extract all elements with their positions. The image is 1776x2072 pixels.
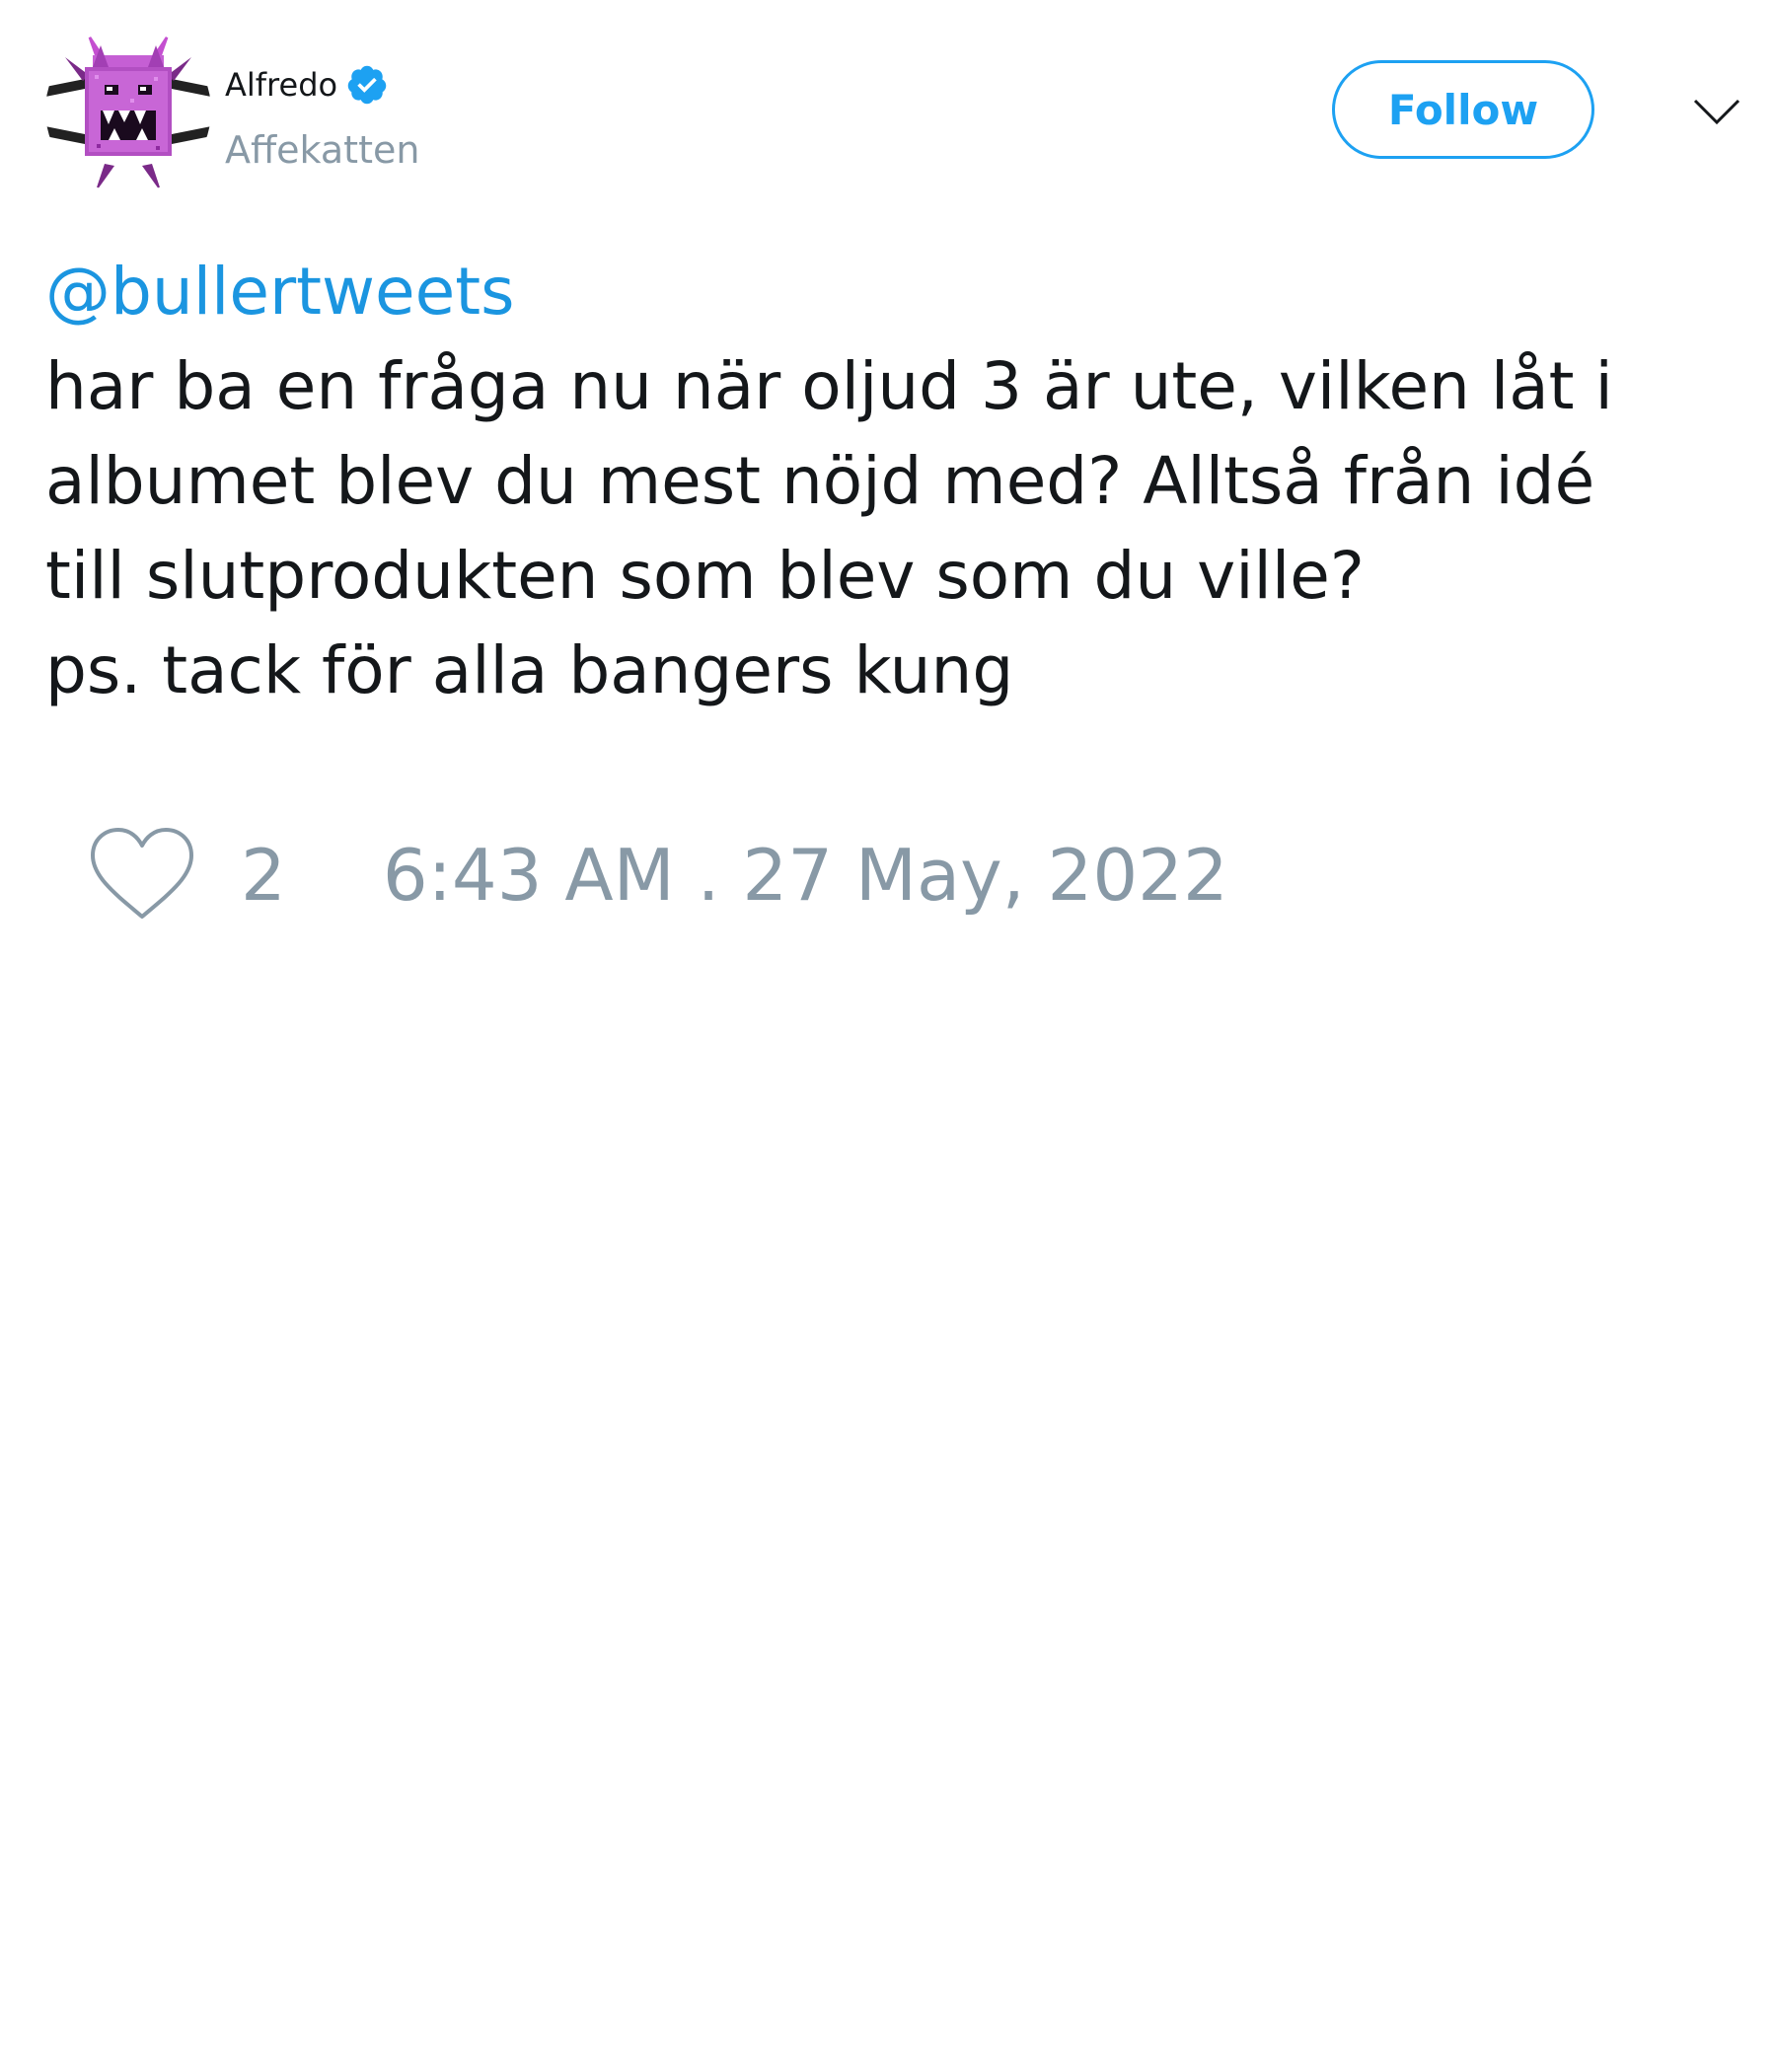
- verified-badge-icon: [347, 65, 387, 105]
- tweet-card: Alfredo Affekatten Follow @bullertweets …: [0, 0, 1776, 2072]
- follow-button[interactable]: Follow: [1332, 60, 1594, 159]
- tweet-actions: 2 6:43 AM . 27 May, 2022: [87, 821, 1228, 929]
- display-name-row[interactable]: Alfredo: [225, 63, 389, 107]
- avatar[interactable]: [45, 28, 211, 193]
- mention-link[interactable]: @bullertweets: [45, 245, 1742, 339]
- heart-icon[interactable]: [87, 826, 197, 925]
- chevron-down-icon[interactable]: [1691, 87, 1742, 138]
- display-name[interactable]: Alfredo: [225, 66, 337, 104]
- tweet-text-line: albumet blev du mest nöjd med? Alltså fr…: [45, 443, 1595, 519]
- timestamp[interactable]: 6:43 AM . 27 May, 2022: [383, 834, 1228, 917]
- tweet-text-line: har ba en fråga nu när oljud 3 är ute, v…: [45, 348, 1613, 424]
- like-count: 2: [241, 834, 286, 917]
- monster-avatar-image: [45, 28, 211, 193]
- username[interactable]: Affekatten: [225, 128, 419, 172]
- tweet-text-line: till slutprodukten som blev som du ville…: [45, 538, 1365, 614]
- tweet-text-line: ps. tack för alla bangers kung: [45, 632, 1014, 708]
- tweet-text: @bullertweets har ba en fråga nu när olj…: [45, 245, 1742, 718]
